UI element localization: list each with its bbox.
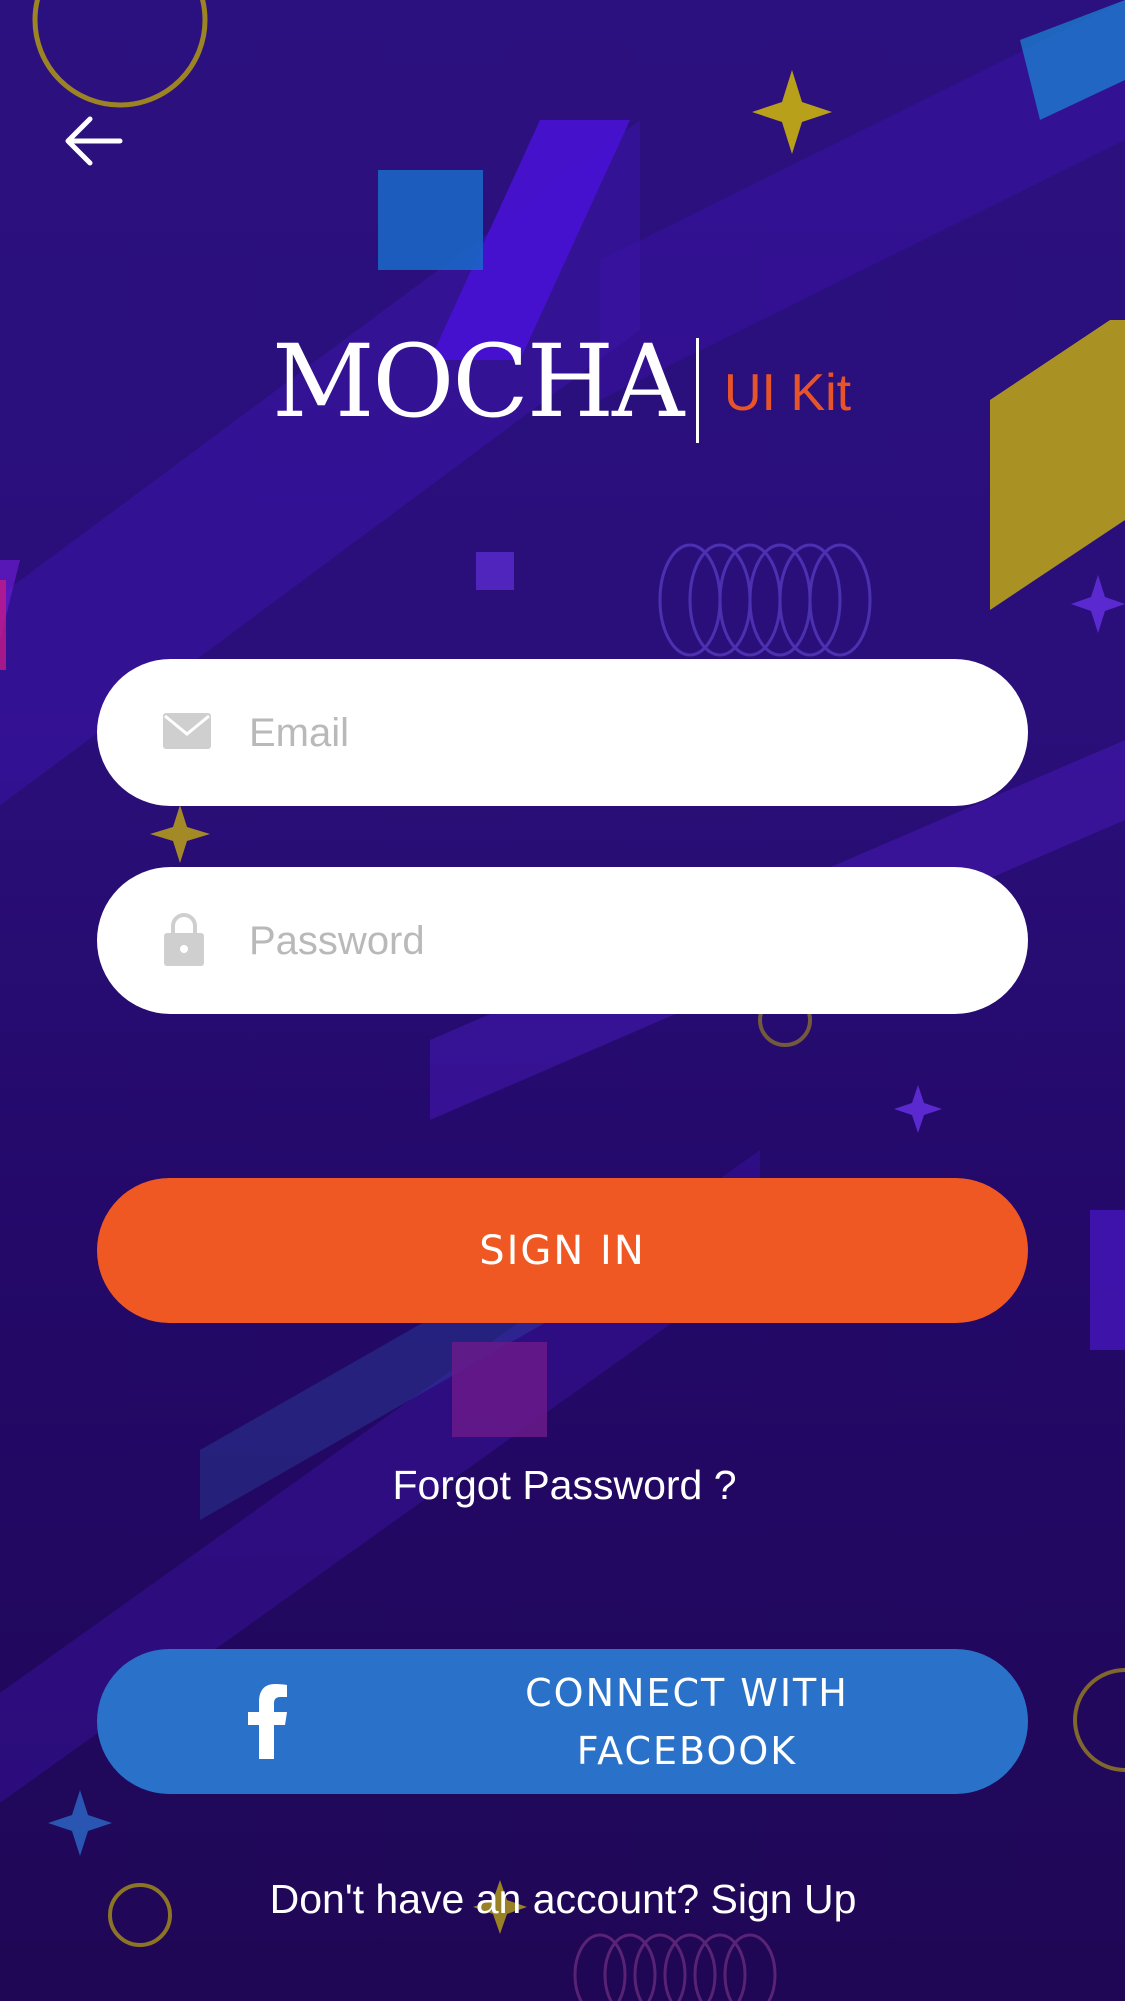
logo-subtitle: UI Kit (724, 364, 852, 422)
connect-facebook-button[interactable]: CONNECT WITH FACEBOOK (97, 1649, 1028, 1794)
sign-in-label: SIGN IN (479, 1227, 646, 1274)
email-input[interactable] (247, 659, 991, 808)
email-field[interactable] (97, 659, 1028, 808)
forgot-password-link[interactable]: Forgot Password ? (372, 1462, 757, 1509)
password-input[interactable] (247, 867, 991, 1016)
facebook-icon (247, 1683, 289, 1768)
facebook-label: CONNECT WITH FACEBOOK (525, 1670, 849, 1773)
sign-in-button[interactable]: SIGN IN (97, 1178, 1028, 1323)
arrow-left-icon (62, 115, 124, 171)
back-button[interactable] (58, 108, 128, 178)
app-logo: MOCHA UI Kit (272, 332, 872, 447)
logo-divider (696, 338, 699, 443)
logo-title: MOCHA (272, 323, 684, 440)
password-field[interactable] (97, 867, 1028, 1016)
sign-up-link[interactable]: Don't have an account? Sign Up (238, 1876, 888, 1923)
envelope-icon (162, 712, 212, 754)
lock-icon (162, 911, 206, 971)
